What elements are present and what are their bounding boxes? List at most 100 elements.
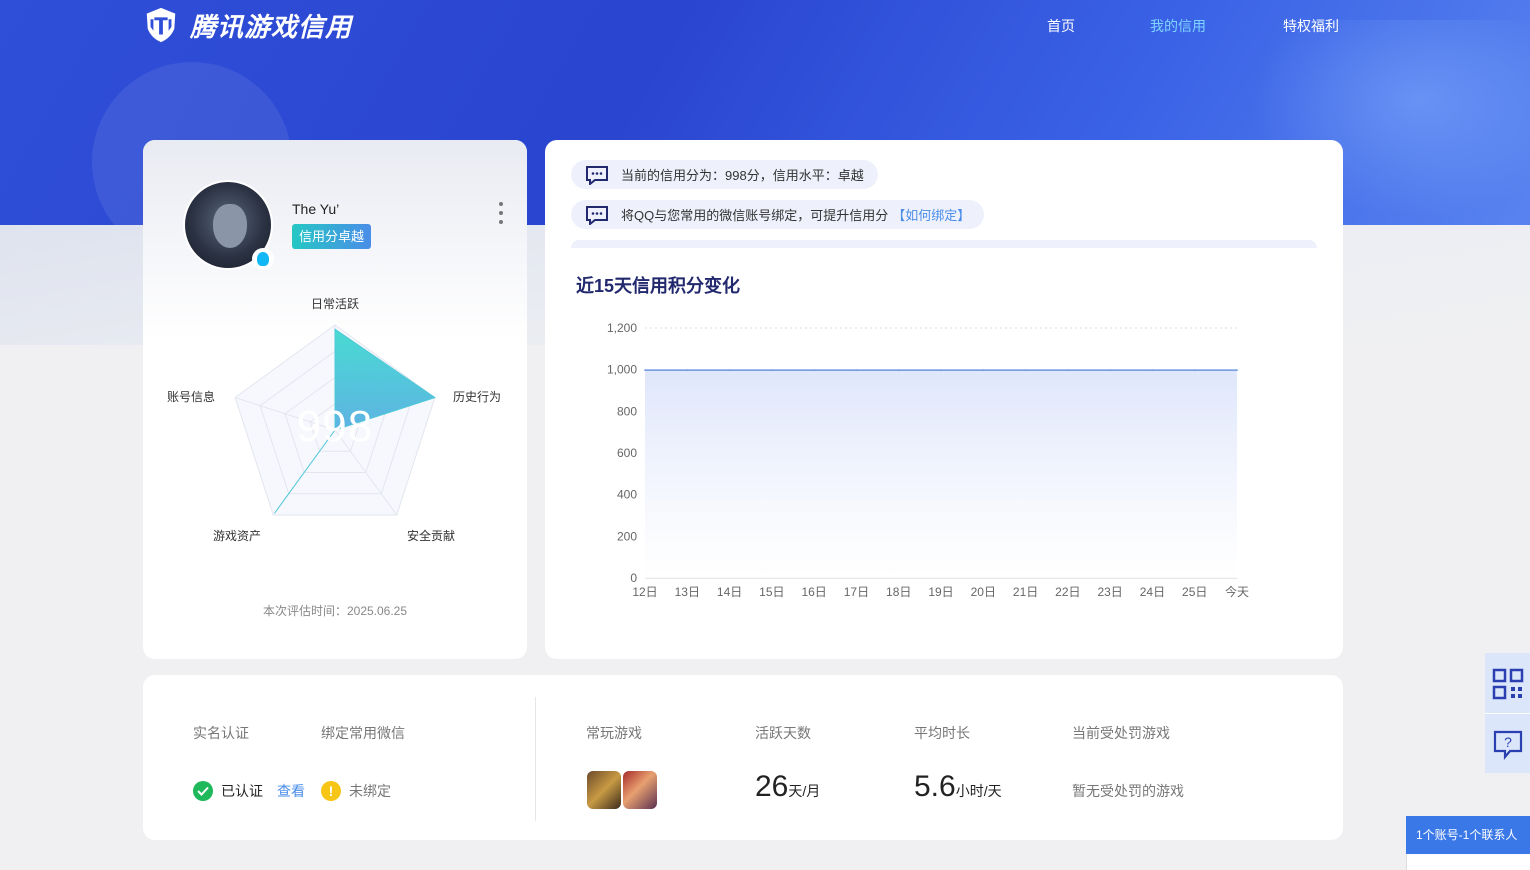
nav-my-credit[interactable]: 我的信用 [1150, 16, 1206, 36]
wechat-bind-status: ! 未绑定 [321, 781, 391, 801]
data-point [1193, 369, 1196, 371]
credit-score: 998 [296, 402, 374, 451]
notice-text: 当前的信用分为：998分，信用水平：卓越 [621, 168, 864, 183]
credit-trend-card: 当前的信用分为：998分，信用水平：卓越 将QQ与您常用的微信账号绑定，可提升信… [545, 140, 1343, 659]
side-toolbar: ? [1485, 653, 1530, 773]
data-point [940, 369, 942, 371]
check-circle-icon [193, 781, 213, 801]
radar-label-history: 历史行为 [453, 390, 502, 404]
data-point [728, 369, 731, 371]
y-tick-label: 600 [617, 446, 637, 460]
frequent-games-label: 常玩游戏 [586, 725, 642, 741]
brand-name: 腾讯游戏信用 [190, 11, 353, 42]
qr-code-icon [1492, 668, 1523, 700]
stats-divider [535, 697, 536, 821]
message-icon [586, 165, 608, 185]
side-toolbar-separator [1485, 713, 1530, 714]
nav-home[interactable]: 首页 [1047, 16, 1075, 36]
real-name-status-text: 已认证 [221, 783, 263, 799]
data-point [1236, 369, 1238, 371]
message-icon [586, 205, 608, 225]
game-icon-1[interactable] [587, 771, 621, 809]
frequent-games-list [587, 771, 657, 809]
y-tick-label: 0 [630, 571, 637, 585]
data-point [813, 369, 815, 371]
x-tick-label: 13日 [675, 585, 700, 599]
x-tick-label: 16日 [801, 585, 826, 599]
evaluation-time: 本次评估时间：2025.06.25 [262, 604, 408, 618]
real-name-label: 实名认证 [193, 725, 249, 741]
contact-tab-panel [1406, 854, 1530, 870]
x-tick-label: 今天 [1225, 584, 1249, 599]
wechat-bind-label: 绑定常用微信 [321, 725, 405, 741]
x-tick-label: 21日 [1013, 585, 1038, 599]
data-point [855, 369, 858, 371]
chart-title: 近15天信用积分变化 [576, 276, 741, 296]
penalty-value: 暂无受处罚的游戏 [1072, 783, 1184, 799]
avg-time-number: 5.6 [914, 770, 956, 803]
y-tick-label: 400 [617, 488, 637, 502]
warning-circle-icon: ! [321, 781, 341, 801]
active-days-unit: 天/月 [788, 783, 821, 799]
x-tick-label: 24日 [1140, 585, 1165, 599]
view-verification-link[interactable]: 查看 [277, 781, 305, 801]
x-tick-label: 14日 [717, 585, 742, 599]
brand-logo[interactable]: 腾讯游戏信用 [142, 6, 352, 44]
x-tick-label: 18日 [886, 585, 911, 599]
data-point [982, 369, 985, 371]
x-tick-label: 20日 [971, 585, 996, 599]
account-stats-card: 实名认证 绑定常用微信 已认证 查看 ! 未绑定 常玩游戏 活跃天数 26天/月… [143, 675, 1343, 840]
more-options-icon[interactable] [495, 202, 507, 224]
y-tick-label: 800 [617, 404, 637, 418]
active-days-value: 26天/月 [755, 770, 820, 804]
notice-current-score: 当前的信用分为：998分，信用水平：卓越 [571, 160, 878, 189]
avatar-face [213, 204, 247, 248]
help-button[interactable]: ? [1485, 715, 1530, 773]
x-tick-label: 12日 [632, 585, 657, 599]
contact-tab[interactable]: 1个账号-1个联系人 [1406, 816, 1530, 854]
wechat-bind-status-text: 未绑定 [349, 783, 391, 799]
credit-trend-chart: 0 200 400 600 800 1,000 1,200 12日 13日 14日 15日 16日 17… [607, 321, 1249, 599]
avg-time-unit: 小时/天 [955, 783, 1002, 799]
nav-privileges[interactable]: 特权福利 [1283, 16, 1339, 36]
data-point [644, 369, 646, 371]
y-tick-label: 200 [617, 529, 637, 543]
x-tick-label: 22日 [1055, 585, 1080, 599]
x-tick-label: 25日 [1182, 585, 1207, 599]
profile-card: The Yu’ 信用分卓越 日常活跃 历史行为 安全贡献 游戏资产 账号信息 9… [143, 140, 527, 659]
x-tick-label: 15日 [759, 585, 784, 599]
radar-label-daily: 日常活跃 [311, 297, 360, 311]
avg-time-value: 5.6小时/天 [914, 770, 1002, 804]
game-icon-2[interactable] [623, 771, 657, 809]
chart-area-fill [645, 370, 1237, 578]
data-point [1151, 369, 1154, 371]
y-tick-label: 1,200 [607, 321, 637, 335]
active-days-number: 26 [755, 770, 789, 803]
data-point [1024, 369, 1027, 371]
notice-text: 将QQ与您常用的微信账号绑定，可提升信用分 [621, 208, 889, 223]
shield-logo-icon [146, 7, 176, 43]
how-to-bind-link[interactable]: 【如何绑定】 [892, 205, 970, 224]
data-point [686, 369, 689, 371]
notice-scroll-overflow [571, 240, 1317, 248]
radar-label-security: 安全贡献 [407, 529, 456, 543]
qq-badge-icon [252, 248, 274, 270]
x-tick-label: 17日 [844, 585, 869, 599]
username: The Yu’ [292, 201, 340, 217]
y-tick-label: 1,000 [607, 363, 637, 377]
radar-label-assets: 游戏资产 [213, 529, 262, 543]
x-tick-label: 23日 [1097, 585, 1122, 599]
radar-label-account: 账号信息 [167, 390, 216, 404]
active-days-label: 活跃天数 [755, 725, 811, 741]
svg-text:?: ? [1504, 734, 1512, 750]
notice-bind-wechat: 将QQ与您常用的微信账号绑定，可提升信用分 【如何绑定】 [571, 200, 985, 229]
data-point [897, 369, 900, 371]
qr-code-button[interactable] [1485, 655, 1530, 713]
data-point [1067, 369, 1069, 371]
credit-level-tag: 信用分卓越 [292, 224, 372, 249]
data-point [771, 369, 773, 371]
data-point [1109, 369, 1111, 371]
x-tick-label: 19日 [928, 585, 953, 599]
penalty-label: 当前受处罚游戏 [1072, 725, 1170, 741]
help-chat-icon: ? [1493, 730, 1522, 760]
